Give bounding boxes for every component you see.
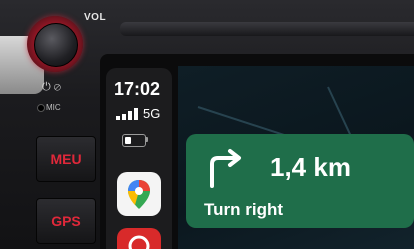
mic-hole-icon bbox=[37, 104, 45, 112]
top-trim bbox=[120, 22, 414, 36]
signal-bars-icon bbox=[116, 108, 142, 120]
status-time: 17:02 bbox=[114, 79, 161, 99]
battery-level-fill bbox=[125, 137, 131, 144]
mic-label: MIC bbox=[46, 103, 61, 112]
power-mute-icon[interactable]: ⏻ ⊘ bbox=[42, 81, 61, 94]
google-maps-icon bbox=[128, 180, 150, 209]
turn-right-arrow-icon bbox=[210, 149, 241, 188]
red-app-tile[interactable] bbox=[117, 228, 161, 249]
screen: 17:02 5G 1,4 km Turn right bbox=[100, 54, 414, 249]
maneuver-instruction: Turn right bbox=[204, 200, 283, 219]
network-type: 5G bbox=[143, 106, 161, 121]
vol-label: VOL bbox=[84, 12, 107, 23]
menu-button[interactable]: MEU bbox=[36, 136, 96, 182]
navigation-card[interactable]: 1,4 km Turn right bbox=[186, 134, 414, 228]
google-maps-app[interactable] bbox=[117, 172, 161, 216]
red-app-icon bbox=[128, 235, 150, 249]
battery-icon bbox=[122, 134, 146, 147]
battery-tip bbox=[146, 137, 148, 142]
maneuver-distance: 1,4 km bbox=[270, 152, 351, 182]
volume-knob[interactable] bbox=[34, 23, 78, 67]
gps-button[interactable]: GPS bbox=[36, 198, 96, 244]
carplay-sidebar: 17:02 5G bbox=[106, 68, 172, 249]
